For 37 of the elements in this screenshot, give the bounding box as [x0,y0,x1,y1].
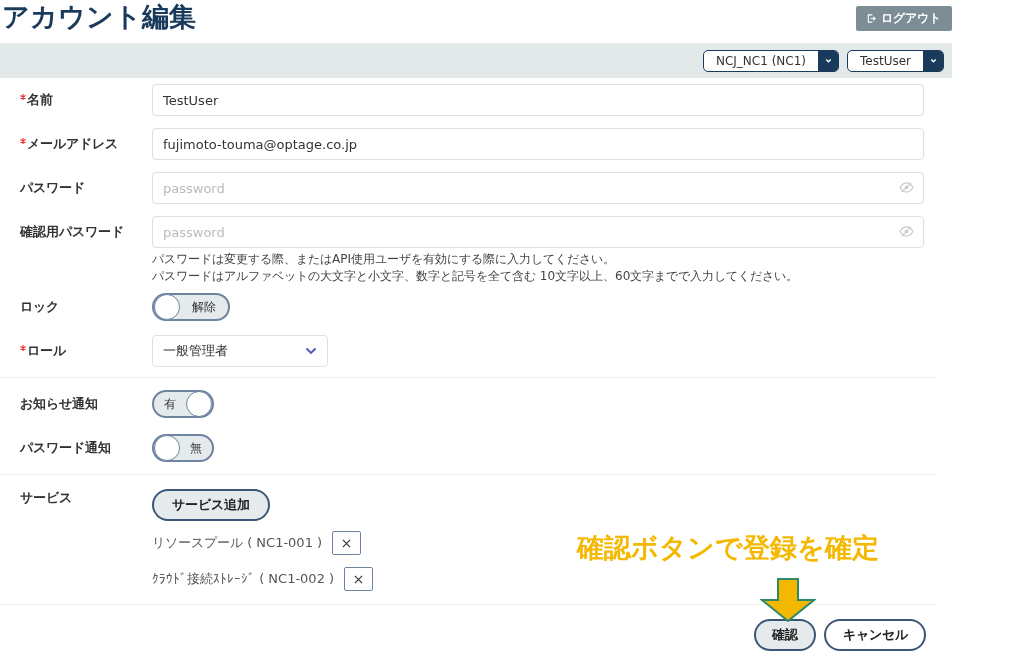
close-icon [342,538,352,548]
lock-toggle[interactable]: 解除 [152,293,230,321]
confirm-button[interactable]: 確認 [754,619,816,651]
field-label: 名前 [27,91,53,109]
remove-button[interactable] [344,567,374,591]
logout-icon [867,14,876,23]
field-label: ロック [20,298,59,316]
field-label: お知らせ通知 [20,395,98,413]
chevron-down-icon [305,347,317,355]
chevron-down-icon [823,56,833,65]
close-icon [354,574,364,584]
role-select[interactable]: 一般管理者 [152,335,328,367]
password-field[interactable]: password [152,172,924,204]
notification-toggle[interactable]: 有 [152,390,214,418]
field-label: メールアドレス [27,135,118,153]
service-name: リソースプール ( NC1-001 ) [152,534,323,552]
annotation-text: 確認ボタンで登録を確定 [577,531,879,565]
page-title: アカウント編集 [1,0,196,34]
account-select[interactable]: TestUser [847,49,944,72]
input-field[interactable]: fujimoto-touma@optage.co.jp [152,128,924,160]
password-hint: パスワードは変更する際、またはAPI使用ユーザを有効にする際に入力してください。 [152,251,616,268]
field-label: サービス [20,489,72,507]
field-label: 確認用パスワード [20,223,124,241]
password-hint: パスワードはアルファベットの大文字と小文字、数字と記号を全て含む 10文字以上、60文字までで入力してください。 [152,268,800,285]
password-field[interactable]: password [152,216,924,248]
field-label: パスワード通知 [20,439,111,457]
field-label: パスワード [20,179,85,197]
notification-toggle[interactable]: 無 [152,434,214,462]
chevron-down-icon [928,56,938,65]
account-select[interactable]: NCJ_NC1 (NC1) [702,49,839,72]
input-field[interactable]: TestUser [152,84,924,116]
down-arrow-drawing [760,578,816,622]
remove-button[interactable] [332,531,362,555]
field-label: ロール [27,342,66,360]
add-service-button[interactable]: サービス追加 [152,489,270,521]
service-name: ｸﾗｳﾄﾞ接続ｽﾄﾚｰｼﾞ ( NC1-002 ) [152,570,335,588]
cancel-button[interactable]: キャンセル [824,619,926,651]
